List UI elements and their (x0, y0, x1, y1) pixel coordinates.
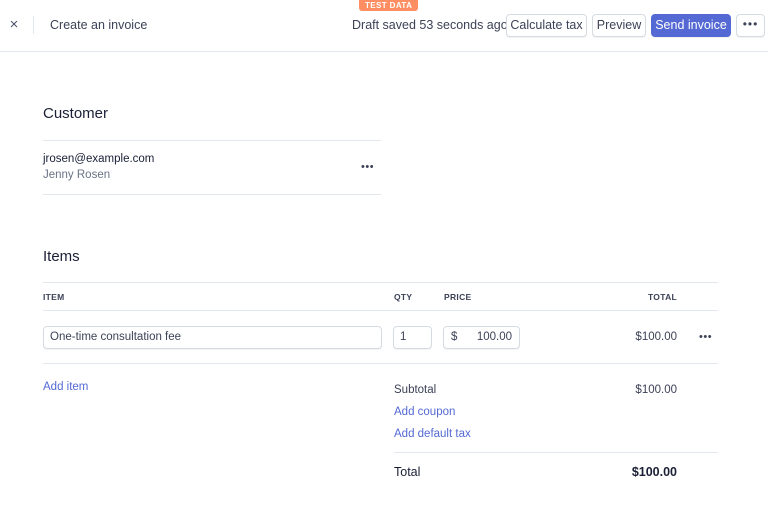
calculate-tax-button[interactable]: Calculate tax (506, 14, 587, 37)
item-row-total: $100.00 (635, 331, 677, 343)
items-header-bottom-divider (43, 310, 718, 311)
total-label: Total (394, 465, 421, 479)
more-options-button[interactable]: ••• (736, 14, 765, 37)
subtotal-value: $100.00 (635, 384, 677, 396)
column-header-total: TOTAL (647, 292, 677, 302)
column-header-price: PRICE (444, 292, 472, 302)
customer-name: Jenny Rosen (43, 169, 111, 181)
items-header-top-divider (43, 282, 718, 283)
item-price-input[interactable]: $ 100.00 (443, 326, 520, 349)
customer-top-divider (43, 140, 381, 141)
item-price-value: 100.00 (476, 331, 512, 343)
items-section-title: Items (43, 248, 80, 265)
preview-button[interactable]: Preview (592, 14, 646, 37)
column-header-item: ITEM (43, 292, 65, 302)
customer-menu-icon[interactable]: ••• (361, 161, 374, 173)
page-title: Create an invoice (50, 18, 148, 32)
total-value: $100.00 (631, 465, 677, 479)
customer-bottom-divider (43, 194, 381, 195)
subtotal-label: Subtotal (394, 384, 437, 396)
item-description-input[interactable]: One-time consultation fee (43, 326, 382, 349)
currency-symbol: $ (451, 331, 458, 343)
column-header-qty: QTY (394, 292, 413, 302)
item-qty-input[interactable]: 1 (393, 326, 432, 349)
item-row-menu-icon[interactable]: ••• (699, 331, 712, 343)
test-data-badge: TEST DATA (359, 0, 419, 11)
add-default-tax-link[interactable]: Add default tax (394, 428, 471, 440)
total-divider (394, 452, 718, 453)
add-item-link[interactable]: Add item (43, 381, 88, 393)
items-bottom-divider (43, 363, 718, 364)
close-icon[interactable]: × (6, 16, 22, 34)
customer-section-title: Customer (43, 105, 109, 122)
add-coupon-link[interactable]: Add coupon (394, 406, 455, 418)
header-divider (33, 16, 34, 34)
draft-status: Draft saved 53 seconds ago (352, 18, 508, 32)
customer-email: jrosen@example.com (43, 153, 155, 165)
top-bar: × Create an invoice TEST DATA Draft save… (0, 0, 768, 52)
send-invoice-button[interactable]: Send invoice (651, 14, 731, 37)
